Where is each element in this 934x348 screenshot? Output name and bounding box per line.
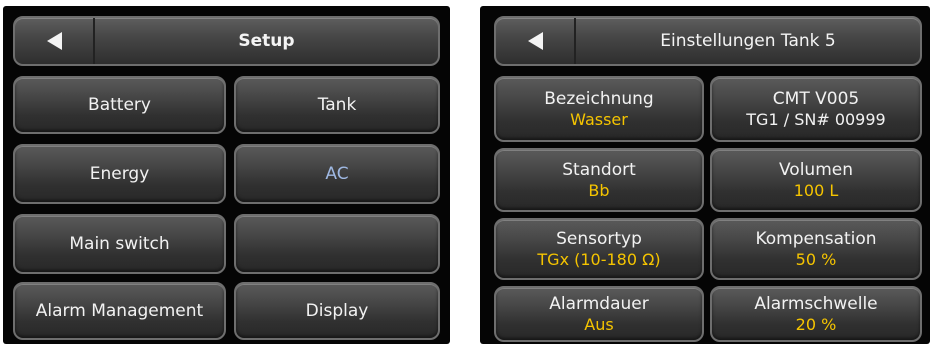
setting-label: Standort	[562, 160, 636, 180]
setting-label: Volumen	[778, 160, 853, 180]
setting-label: Sensortyp	[556, 229, 642, 249]
setup-header: Setup	[13, 16, 440, 66]
setting-value: TG1 / SN# 00999	[746, 110, 886, 129]
setting-label: Bezeichnung	[544, 89, 654, 109]
display-button[interactable]: Display	[234, 282, 440, 340]
setup-title: Setup	[238, 31, 295, 51]
tank-settings-title: Einstellungen Tank 5	[660, 31, 836, 51]
battery-button[interactable]: Battery	[13, 76, 226, 134]
empty-button[interactable]	[234, 214, 440, 274]
alarmschwelle-button[interactable]: Alarmschwelle 20 %	[710, 286, 922, 342]
alarmdauer-button[interactable]: Alarmdauer Aus	[494, 286, 704, 342]
sensortyp-button[interactable]: Sensortyp TGx (10-180 Ω)	[494, 218, 704, 280]
alarm-management-button[interactable]: Alarm Management	[13, 282, 226, 340]
setting-label: Alarmschwelle	[754, 294, 878, 314]
button-label: AC	[325, 164, 349, 184]
ac-button[interactable]: AC	[234, 144, 440, 204]
energy-button[interactable]: Energy	[13, 144, 226, 204]
setting-value: Bb	[588, 181, 610, 200]
setting-label: CMT V005	[772, 89, 860, 109]
back-button[interactable]	[15, 18, 95, 64]
setting-value: 20 %	[795, 315, 837, 334]
button-label: Tank	[317, 95, 357, 115]
button-label: Display	[305, 301, 369, 321]
bezeichnung-button[interactable]: Bezeichnung Wasser	[494, 76, 704, 142]
tank-button[interactable]: Tank	[234, 76, 440, 134]
setting-label: Alarmdauer	[549, 294, 649, 314]
back-arrow-icon	[527, 32, 543, 50]
sensor-info-button[interactable]: CMT V005 TG1 / SN# 00999	[710, 76, 922, 142]
main-switch-button[interactable]: Main switch	[13, 214, 226, 274]
button-label: Energy	[89, 164, 150, 184]
setup-screen: Setup Battery Tank Energy AC Main switch…	[3, 6, 450, 344]
back-button[interactable]	[496, 18, 576, 64]
setting-value: TGx (10-180 Ω)	[537, 250, 661, 269]
setting-value: Aus	[584, 315, 614, 334]
kompensation-button[interactable]: Kompensation 50 %	[710, 218, 922, 280]
setting-value: Wasser	[570, 110, 628, 129]
standort-button[interactable]: Standort Bb	[494, 148, 704, 212]
volumen-button[interactable]: Volumen 100 L	[710, 148, 922, 212]
setting-value: 50 %	[795, 250, 837, 269]
back-arrow-icon	[46, 32, 62, 50]
button-label: Main switch	[69, 234, 170, 254]
button-label: Battery	[88, 95, 151, 115]
tank-settings-header: Einstellungen Tank 5	[494, 16, 922, 66]
button-label: Alarm Management	[35, 301, 204, 321]
setting-value: 100 L	[793, 181, 839, 200]
tank-settings-screen: Einstellungen Tank 5 Bezeichnung Wasser …	[480, 6, 930, 344]
setting-label: Kompensation	[755, 229, 877, 249]
